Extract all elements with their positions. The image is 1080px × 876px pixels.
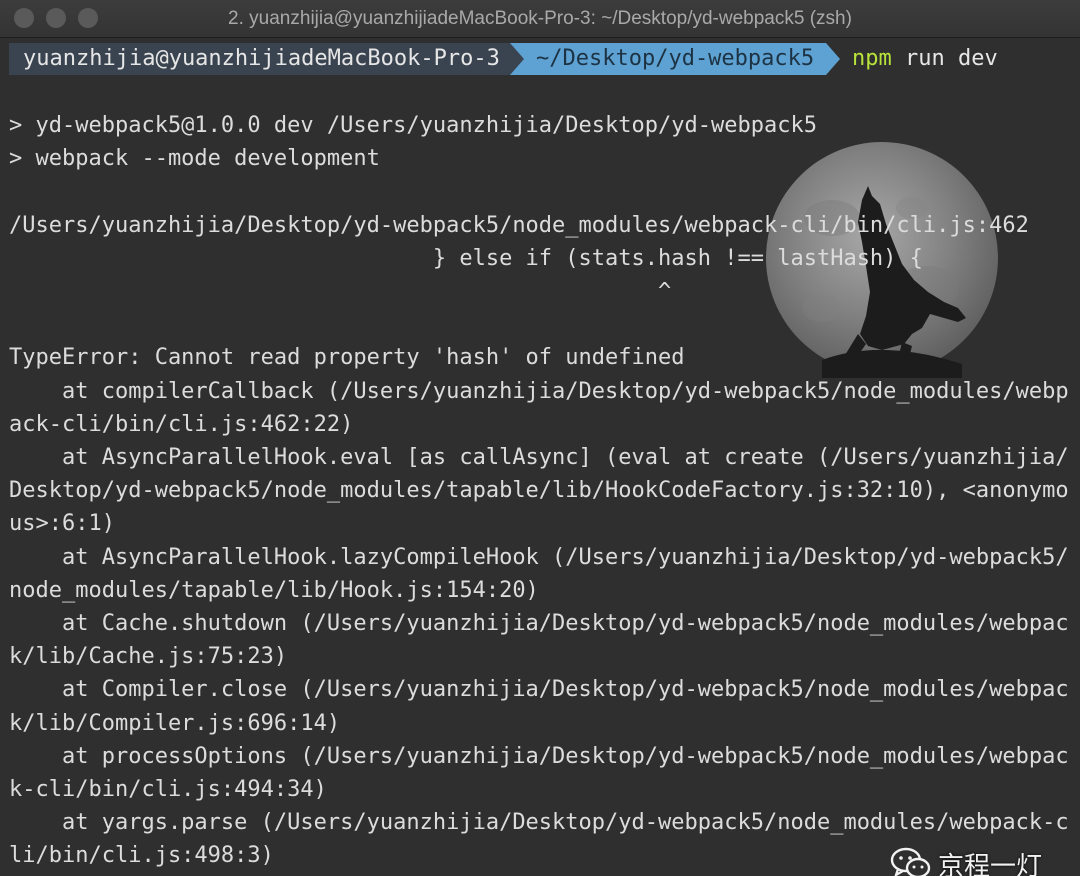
output-line: k/lib/Compiler.js:696:14) [9, 710, 341, 736]
command-name: npm [852, 46, 892, 71]
output-line: } else if (stats.hash !== lastHash) { [9, 245, 923, 271]
output-line: TypeError: Cannot read property 'hash' o… [9, 345, 685, 371]
output-line: > webpack --mode development [9, 146, 380, 172]
watermark-text: 京程一灯 [938, 851, 1043, 876]
title-bar: 2. yuanzhijia@yuanzhijiadeMacBook-Pro-3:… [0, 0, 1080, 38]
output-line: at Cache.shutdown (/Users/yuanzhijia/Des… [9, 611, 1069, 636]
output-line: ack-cli/bin/cli.js:462:22) [9, 411, 354, 437]
prompt-separator-arrow [510, 43, 524, 75]
output-line: at Compiler.close (/Users/yuanzhijia/Des… [9, 677, 1069, 703]
output-line: k-cli/bin/cli.js:494:34) [9, 777, 327, 802]
prompt-command: npm run dev [852, 43, 998, 75]
output-line: > yd-webpack5@1.0.0 dev /Users/yuanzhiji… [9, 113, 817, 138]
output-line: /Users/yuanzhijia/Desktop/yd-webpack5/no… [9, 212, 1029, 238]
prompt-directory-arrow [826, 43, 840, 75]
output-line: at compilerCallback (/Users/yuanzhijia/D… [9, 378, 1069, 404]
watermark: 京程一灯 [890, 841, 1042, 876]
wechat-icon [890, 847, 931, 876]
output-line: at processOptions (/Users/yuanzhijia/Des… [9, 743, 1069, 769]
output-line: li/bin/cli.js:498:3) [9, 843, 274, 869]
output-line: ^ [9, 279, 672, 304]
terminal-output[interactable]: yuanzhijia@yuanzhijiadeMacBook-Pro-3 ~/D… [0, 38, 1080, 876]
output-line: Desktop/yd-webpack5/node_modules/tapable… [9, 478, 1069, 504]
output-line: at AsyncParallelHook.lazyCompileHook (/U… [9, 544, 1069, 570]
command-args: run dev [891, 46, 998, 71]
output-line: k/lib/Cache.js:75:23) [9, 644, 288, 670]
output-line: at yargs.parse (/Users/yuanzhijia/Deskto… [9, 810, 1069, 836]
terminal-window: 2. yuanzhijia@yuanzhijiadeMacBook-Pro-3:… [0, 0, 1080, 876]
output-line: at AsyncParallelHook.eval [as callAsync]… [9, 445, 1069, 470]
prompt-directory: ~/Desktop/yd-webpack5 [510, 43, 827, 75]
window-title: 2. yuanzhijia@yuanzhijiadeMacBook-Pro-3:… [228, 8, 852, 29]
output-line: us>:6:1) [9, 511, 115, 537]
prompt-user-host: yuanzhijia@yuanzhijiadeMacBook-Pro-3 [9, 43, 510, 75]
output-line: node_modules/tapable/lib/Hook.js:154:20) [9, 577, 539, 603]
